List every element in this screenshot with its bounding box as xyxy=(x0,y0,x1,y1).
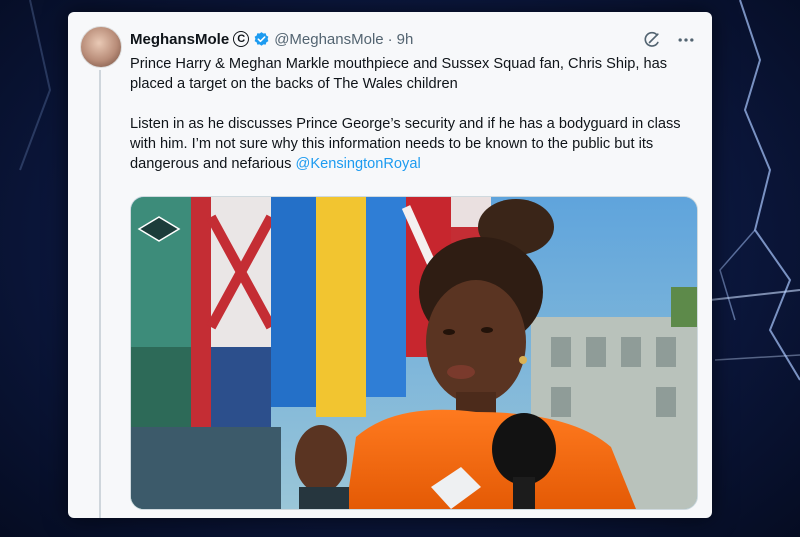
background-scene: MeghansMole C @MeghansMole · 9h Prince H… xyxy=(0,0,800,537)
grok-icon[interactable] xyxy=(642,30,662,50)
user-handle[interactable]: @MeghansMole xyxy=(274,31,383,48)
timestamp[interactable]: 9h xyxy=(397,31,414,48)
tweet-header: MeghansMole C @MeghansMole · 9h xyxy=(130,28,413,50)
video-still xyxy=(131,197,697,509)
avatar[interactable] xyxy=(80,26,122,68)
tweet-paragraph-2: Listen in as he discusses Prince George’… xyxy=(130,114,696,174)
thread-line xyxy=(99,70,101,518)
media-image[interactable] xyxy=(130,196,698,510)
tweet-paragraph-1: Prince Harry & Meghan Markle mouthpiece … xyxy=(130,56,667,92)
tweet-body: Prince Harry & Meghan Markle mouthpiece … xyxy=(130,54,696,194)
header-separator: · xyxy=(387,30,393,48)
copyright-badge-icon: C xyxy=(233,31,250,47)
top-actions xyxy=(642,30,696,50)
tweet-card[interactable]: MeghansMole C @MeghansMole · 9h Prince H… xyxy=(68,12,712,518)
display-name[interactable]: MeghansMole xyxy=(130,31,229,48)
mention-link[interactable]: @KensingtonRoyal xyxy=(296,156,421,172)
verified-badge-icon xyxy=(254,31,269,46)
more-horizontal-icon[interactable] xyxy=(676,30,696,50)
